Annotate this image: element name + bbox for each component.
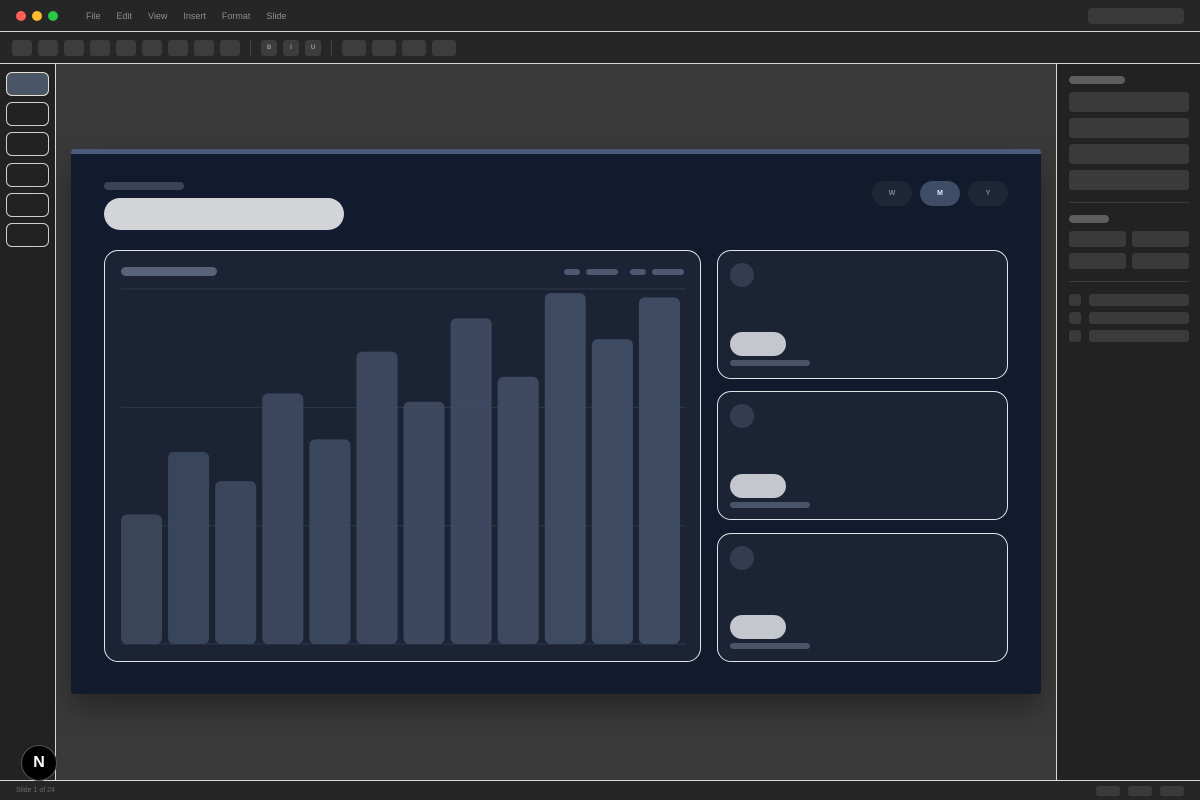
- toolbar-button[interactable]: [90, 40, 110, 56]
- chart-bar: [450, 318, 492, 644]
- kpi-label-placeholder: [730, 502, 810, 508]
- kpi-label-placeholder: [730, 360, 810, 366]
- slide-accent-bar: [71, 149, 1041, 154]
- menu-format[interactable]: Format: [222, 11, 251, 21]
- inspector-field[interactable]: [1069, 253, 1126, 269]
- chart-bar: [544, 293, 586, 644]
- italic-button[interactable]: I: [283, 40, 299, 56]
- close-window-button[interactable]: [16, 11, 26, 21]
- slide-thumbnail-6[interactable]: [6, 223, 49, 247]
- inspector-field[interactable]: [1132, 231, 1189, 247]
- app-logo-button[interactable]: N: [21, 745, 57, 781]
- slide-thumbnail-4[interactable]: [6, 163, 49, 187]
- kpi-value-placeholder: [730, 615, 786, 639]
- kpi-card[interactable]: [717, 533, 1008, 662]
- chart-bar: [591, 339, 633, 644]
- checkbox[interactable]: [1069, 312, 1081, 324]
- inspector-panel: [1056, 64, 1200, 780]
- toolbar-divider: [250, 40, 251, 56]
- inspector-divider: [1069, 281, 1189, 282]
- slide-title-placeholder[interactable]: [104, 198, 344, 230]
- toolbar-button[interactable]: [38, 40, 58, 56]
- kpi-label-placeholder: [730, 643, 810, 649]
- chart-bar: [356, 351, 398, 644]
- toolbar-button[interactable]: [432, 40, 456, 56]
- inspector-field[interactable]: [1069, 231, 1126, 247]
- minimize-window-button[interactable]: [32, 11, 42, 21]
- checkbox[interactable]: [1069, 294, 1081, 306]
- period-tab-week[interactable]: W: [872, 181, 912, 206]
- status-button[interactable]: [1128, 786, 1152, 796]
- inspector-field[interactable]: [1069, 144, 1189, 164]
- kpi-card[interactable]: [717, 250, 1008, 379]
- slide-thumbnail-1[interactable]: [6, 72, 49, 96]
- slide-thumbnail-2[interactable]: [6, 102, 49, 126]
- toolbar-divider: [331, 40, 332, 56]
- checkbox-label-placeholder: [1089, 312, 1189, 324]
- inspector-heading-placeholder: [1069, 76, 1125, 84]
- toolbar-button[interactable]: [64, 40, 84, 56]
- title-bar: File Edit View Insert Format Slide: [0, 0, 1200, 32]
- inspector-divider: [1069, 202, 1189, 203]
- slide-position-label: Slide 1 of 24: [16, 787, 55, 794]
- menu-insert[interactable]: Insert: [183, 11, 206, 21]
- period-tab-month[interactable]: M: [920, 181, 960, 206]
- menu-view[interactable]: View: [148, 11, 167, 21]
- status-button[interactable]: [1160, 786, 1184, 796]
- toolbar-button[interactable]: [372, 40, 396, 56]
- menu-bar: File Edit View Insert Format Slide: [86, 11, 302, 21]
- toolbar-button[interactable]: [342, 40, 366, 56]
- inspector-field[interactable]: [1069, 118, 1189, 138]
- chart-bar: [168, 451, 210, 644]
- slide-thumbnail-panel: [0, 64, 56, 780]
- slide-kicker-placeholder: [104, 182, 184, 190]
- chart-bar: [497, 376, 539, 644]
- bar-chart-card[interactable]: [104, 250, 701, 662]
- slide-thumbnail-5[interactable]: [6, 193, 49, 217]
- kpi-value-placeholder: [730, 332, 786, 356]
- inspector-heading-placeholder: [1069, 215, 1109, 223]
- inspector-field[interactable]: [1069, 170, 1189, 190]
- period-tab-year[interactable]: Y: [968, 181, 1008, 206]
- toolbar-button[interactable]: [116, 40, 136, 56]
- toolbar-button[interactable]: [142, 40, 162, 56]
- toolbar-button[interactable]: [220, 40, 240, 56]
- slide[interactable]: W M Y: [71, 149, 1041, 694]
- inspector-field[interactable]: [1132, 253, 1189, 269]
- menu-file[interactable]: File: [86, 11, 101, 21]
- search-field[interactable]: [1088, 8, 1184, 24]
- kpi-value-placeholder: [730, 474, 786, 498]
- kpi-icon: [730, 263, 754, 287]
- checkbox[interactable]: [1069, 330, 1081, 342]
- status-bar: Slide 1 of 24: [0, 780, 1200, 800]
- kpi-icon: [730, 546, 754, 570]
- underline-button[interactable]: U: [305, 40, 321, 56]
- chart-bar: [309, 439, 351, 644]
- bold-button[interactable]: B: [261, 40, 277, 56]
- chart-bar: [403, 401, 445, 644]
- zoom-window-button[interactable]: [48, 11, 58, 21]
- kpi-icon: [730, 404, 754, 428]
- toolbar-button[interactable]: [402, 40, 426, 56]
- slide-thumbnail-3[interactable]: [6, 132, 49, 156]
- checkbox-label-placeholder: [1089, 294, 1189, 306]
- chart-bar: [262, 393, 304, 644]
- chart-bar: [215, 481, 257, 644]
- toolbar-button[interactable]: [194, 40, 214, 56]
- menu-slide[interactable]: Slide: [266, 11, 286, 21]
- checkbox-label-placeholder: [1089, 330, 1189, 342]
- bar-chart: [121, 288, 686, 645]
- toolbar-button[interactable]: [12, 40, 32, 56]
- chart-bar: [121, 514, 163, 644]
- status-button[interactable]: [1096, 786, 1120, 796]
- kpi-card[interactable]: [717, 391, 1008, 520]
- chart-bar: [638, 297, 680, 644]
- menu-edit[interactable]: Edit: [117, 11, 133, 21]
- inspector-field[interactable]: [1069, 92, 1189, 112]
- toolbar: B I U: [0, 32, 1200, 64]
- toolbar-button[interactable]: [168, 40, 188, 56]
